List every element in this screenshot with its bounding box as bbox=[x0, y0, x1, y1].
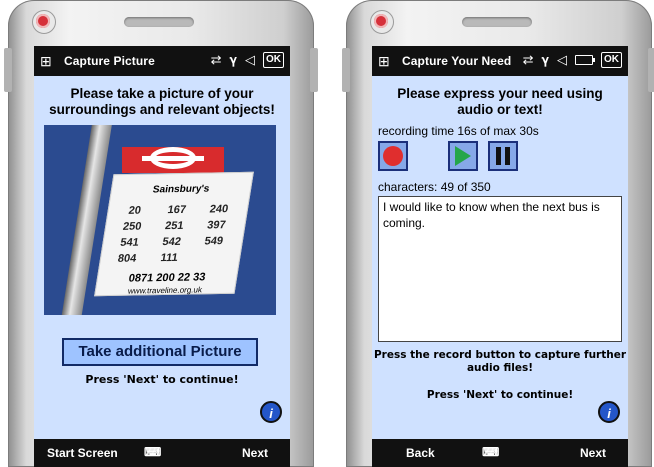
route-grid: 20 167 240 250 251 397 541 542 549 804 1… bbox=[108, 203, 238, 265]
route-number: 167 bbox=[166, 203, 187, 217]
route-number: 804 bbox=[116, 252, 138, 265]
status-icons: ⇄ 𝛄 ◁ OK bbox=[211, 52, 284, 68]
softkey-start-screen[interactable]: Start Screen bbox=[47, 446, 118, 460]
roundel-bar bbox=[142, 156, 204, 161]
side-button-left[interactable] bbox=[4, 48, 12, 92]
softkey-bar: Back ⌨ Next bbox=[372, 439, 628, 467]
page-headline: Please take a picture of your surroundin… bbox=[49, 86, 275, 117]
recording-time-label: recording time 16s of max 30s bbox=[378, 124, 539, 138]
speaker-muted-icon: ◁ bbox=[245, 52, 255, 67]
character-count-label: characters: 49 of 350 bbox=[378, 180, 491, 194]
timetable-board: Sainsbury's 20 167 240 250 251 397 541 5… bbox=[94, 171, 254, 297]
data-sync-icon: ⇄ bbox=[522, 52, 534, 67]
screen-capture-need: ⊞ Capture Your Need ⇄ 𝛄 ◁ OK Please expr… bbox=[372, 46, 628, 467]
battery-icon bbox=[575, 55, 595, 65]
route-number: 250 bbox=[121, 220, 143, 233]
board-phone: 0871 200 22 33 bbox=[127, 271, 207, 285]
ok-button[interactable]: OK bbox=[601, 52, 622, 68]
power-icon bbox=[36, 14, 50, 28]
need-text-input[interactable]: I would like to know when the next bus i… bbox=[378, 196, 622, 342]
route-number: 20 bbox=[127, 204, 142, 217]
softkey-next[interactable]: Next bbox=[580, 446, 606, 460]
no-signal-icon: 𝛄 bbox=[229, 52, 237, 67]
route-number: 240 bbox=[208, 203, 230, 216]
route-number: 549 bbox=[203, 235, 225, 248]
no-signal-icon: 𝛄 bbox=[541, 52, 549, 67]
windows-start-icon[interactable]: ⊞ bbox=[378, 53, 390, 70]
keyboard-icon[interactable]: ⌨ bbox=[482, 445, 499, 459]
screen-capture-picture: ⊞ Capture Picture ⇄ 𝛄 ◁ OK Please take a… bbox=[34, 46, 290, 467]
page-headline: Please express your need using audio or … bbox=[397, 86, 603, 117]
power-icon bbox=[374, 14, 388, 28]
route-number: 251 bbox=[164, 219, 185, 233]
speaker-grille bbox=[462, 17, 532, 27]
side-button-left[interactable] bbox=[342, 48, 350, 92]
status-bar: ⊞ Capture Picture ⇄ 𝛄 ◁ OK bbox=[34, 46, 290, 76]
softkey-back[interactable]: Back bbox=[406, 446, 435, 460]
status-icons: ⇄ 𝛄 ◁ OK bbox=[523, 52, 622, 68]
continue-hint: Press 'Next' to continue! bbox=[426, 389, 574, 401]
info-icon[interactable]: i bbox=[260, 401, 282, 423]
route-number: 397 bbox=[206, 219, 227, 232]
continue-hint: Press 'Next' to continue! bbox=[85, 373, 239, 386]
phone-device-left: ⊞ Capture Picture ⇄ 𝛄 ◁ OK Please take a… bbox=[4, 0, 318, 467]
softkey-next[interactable]: Next bbox=[242, 446, 268, 460]
board-brand: Sainsbury's bbox=[151, 183, 211, 196]
route-number: 542 bbox=[161, 235, 182, 249]
speaker-muted-icon: ◁ bbox=[557, 52, 567, 67]
power-button[interactable] bbox=[32, 10, 56, 34]
pause-button[interactable] bbox=[488, 141, 518, 171]
record-button[interactable] bbox=[378, 141, 408, 171]
window-title: Capture Picture bbox=[64, 54, 155, 68]
play-button[interactable] bbox=[448, 141, 478, 171]
keyboard-icon[interactable]: ⌨ bbox=[144, 445, 161, 459]
speaker-grille bbox=[124, 17, 194, 27]
ok-button[interactable]: OK bbox=[263, 52, 284, 68]
phone-device-right: ⊞ Capture Your Need ⇄ 𝛄 ◁ OK Please expr… bbox=[342, 0, 654, 467]
play-icon bbox=[455, 146, 471, 166]
side-button-right[interactable] bbox=[310, 48, 318, 92]
captured-photo: Sainsbury's 20 167 240 250 251 397 541 5… bbox=[44, 125, 276, 315]
route-number: 111 bbox=[159, 251, 179, 265]
window-title: Capture Your Need bbox=[402, 54, 512, 68]
status-bar: ⊞ Capture Your Need ⇄ 𝛄 ◁ OK bbox=[372, 46, 628, 76]
data-sync-icon: ⇄ bbox=[210, 52, 222, 67]
power-button[interactable] bbox=[370, 10, 394, 34]
route-number: 541 bbox=[119, 236, 140, 249]
windows-start-icon[interactable]: ⊞ bbox=[40, 53, 52, 70]
take-picture-button[interactable]: Take additional Picture bbox=[62, 338, 258, 366]
record-icon bbox=[383, 146, 403, 166]
record-hint: Press the record button to capture furth… bbox=[373, 349, 627, 374]
info-icon[interactable]: i bbox=[598, 401, 620, 423]
board-website: www.traveline.org.uk bbox=[127, 285, 203, 296]
softkey-bar: Start Screen ⌨ Next bbox=[34, 439, 290, 467]
side-button-right[interactable] bbox=[648, 48, 654, 92]
pause-icon bbox=[496, 147, 510, 165]
